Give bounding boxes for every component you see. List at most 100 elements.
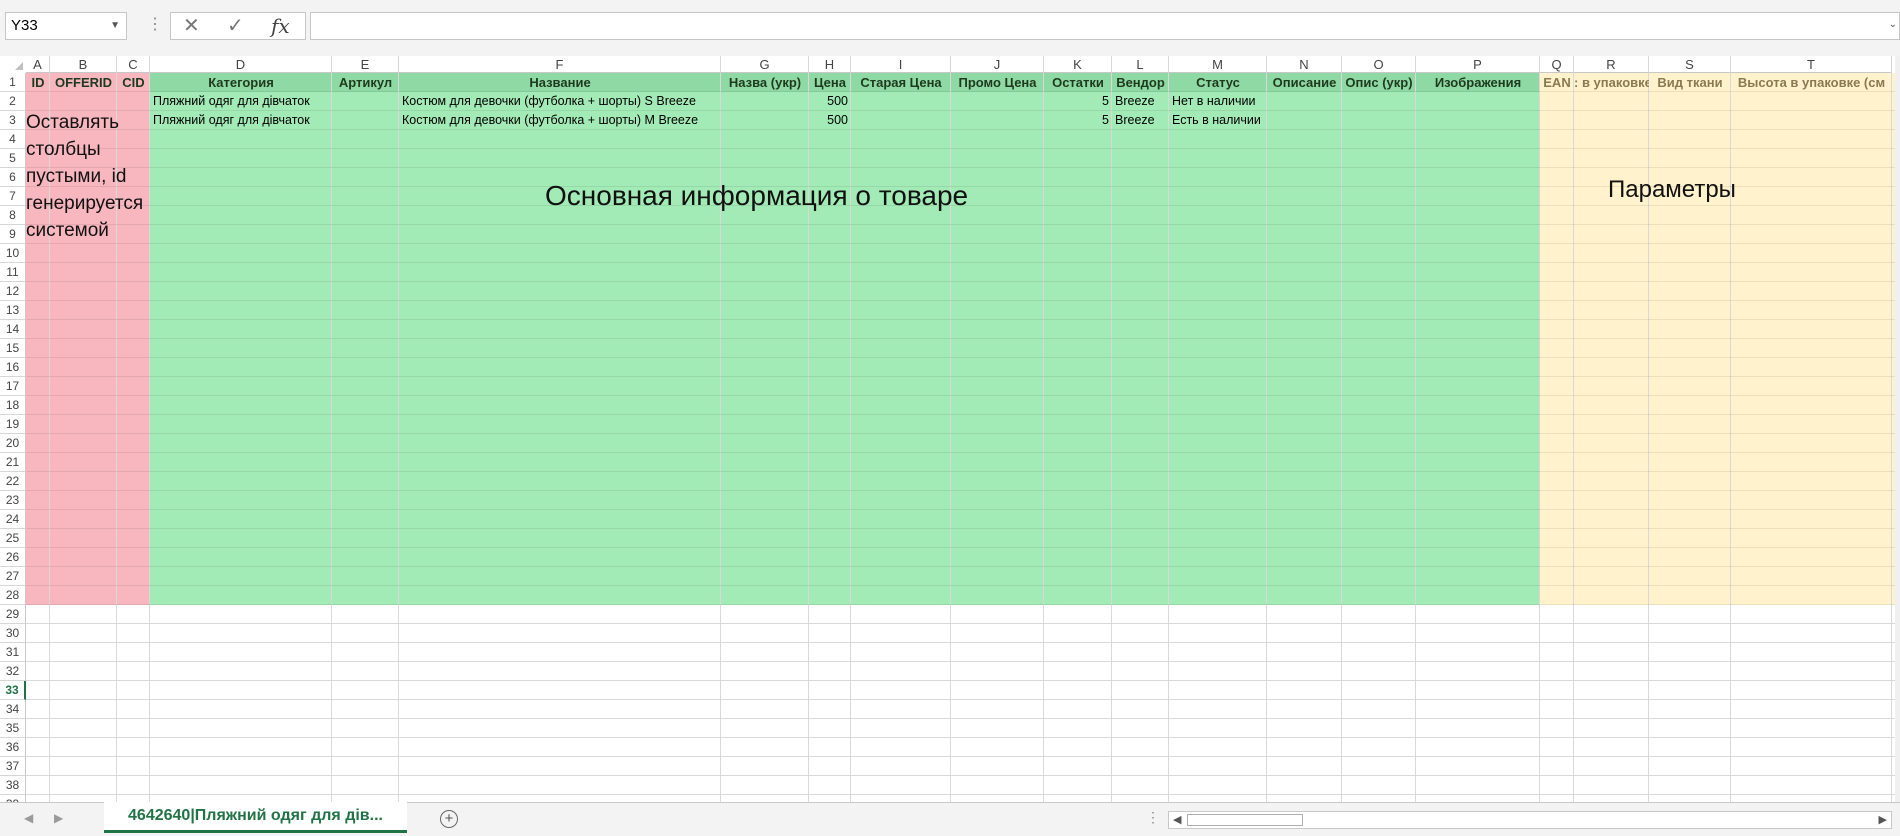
more-vertical-icon[interactable]: ⋮ [147, 14, 163, 34]
row-header[interactable]: 20 [0, 434, 26, 453]
row-header[interactable]: 29 [0, 605, 26, 624]
field-header-cell[interactable]: Категория [150, 73, 332, 92]
field-header-cell[interactable]: : в упаковке [1574, 73, 1649, 92]
field-header-cell[interactable]: Цена [809, 73, 851, 92]
row-header[interactable]: 5 [0, 149, 26, 168]
field-header-cell[interactable]: ID [26, 73, 50, 92]
data-cell[interactable]: 5 [1044, 92, 1112, 111]
data-cell[interactable]: Пляжний одяг для дівчаток [150, 92, 332, 111]
field-header-cell[interactable]: Вендор [1112, 73, 1169, 92]
row-header[interactable]: 11 [0, 263, 26, 282]
row-header[interactable]: 6 [0, 168, 26, 187]
field-header-cell[interactable]: OFFERID [50, 73, 117, 92]
row-header[interactable]: 12 [0, 282, 26, 301]
field-header-cell[interactable]: Название [399, 73, 721, 92]
row-header[interactable]: 7 [0, 187, 26, 206]
row-header[interactable]: 34 [0, 700, 26, 719]
field-header-cell[interactable]: Высота в упаковке (см [1731, 73, 1892, 92]
data-cell[interactable]: Breeze [1112, 111, 1169, 130]
row-header[interactable]: 10 [0, 244, 26, 263]
column-header[interactable]: I [851, 56, 951, 73]
field-header-cell[interactable]: Статус [1169, 73, 1267, 92]
column-header[interactable]: K [1044, 56, 1112, 73]
data-cell[interactable]: Есть в наличии [1169, 111, 1267, 130]
column-header[interactable]: Q [1540, 56, 1574, 73]
name-box[interactable]: Y33 ▼ [5, 12, 127, 40]
column-header[interactable]: L [1112, 56, 1169, 73]
row-header[interactable]: 16 [0, 358, 26, 377]
formula-input[interactable]: ⌄ [310, 12, 1900, 40]
worksheet-grid[interactable]: A B C D E F G H I J K L M N O P Q R S T 1 2 3 4 5 6 7 8 9 10 11 12 13 14 1… [0, 56, 1900, 802]
data-cell[interactable]: Костюм для девочки (футболка + шорты) M … [399, 111, 721, 130]
row-header[interactable]: 15 [0, 339, 26, 358]
check-icon[interactable]: ✓ [227, 15, 244, 37]
column-header[interactable]: P [1416, 56, 1540, 73]
row-header[interactable]: 14 [0, 320, 26, 339]
scroll-thumb[interactable] [1187, 814, 1303, 826]
row-header[interactable]: 3 [0, 111, 26, 130]
column-header[interactable]: R [1574, 56, 1649, 73]
row-header[interactable]: 21 [0, 453, 26, 472]
column-header[interactable]: T [1731, 56, 1892, 73]
row-header[interactable]: 1 [0, 73, 26, 92]
column-header[interactable]: N [1267, 56, 1342, 73]
expand-formula-icon[interactable]: ⌄ [1889, 19, 1897, 30]
field-header-cell[interactable]: EAN [1540, 73, 1574, 92]
scroll-left-icon[interactable]: ◀ [1173, 812, 1181, 828]
row-header[interactable]: 22 [0, 472, 26, 491]
data-cell[interactable]: 5 [1044, 111, 1112, 130]
row-header[interactable]: 39 [0, 795, 26, 802]
select-all-corner[interactable] [0, 56, 26, 73]
data-cell[interactable]: 500 [809, 92, 851, 111]
next-sheet-icon[interactable]: ▶ [54, 811, 63, 825]
scroll-right-icon[interactable]: ▶ [1879, 812, 1887, 828]
row-header[interactable]: 23 [0, 491, 26, 510]
data-cell[interactable]: Пляжний одяг для дівчаток [150, 111, 332, 130]
horizontal-scrollbar[interactable]: ◀ ▶ [1168, 811, 1892, 829]
row-header[interactable]: 17 [0, 377, 26, 396]
row-header[interactable]: 33 [0, 681, 26, 700]
field-header-cell[interactable]: Артикул [332, 73, 399, 92]
data-cell[interactable]: Костюм для девочки (футболка + шорты) S … [399, 92, 721, 111]
sheet-tab[interactable]: 4642640|Пляжний одяг для дів... [104, 802, 407, 833]
row-header[interactable]: 37 [0, 757, 26, 776]
row-header[interactable]: 9 [0, 225, 26, 244]
data-cell[interactable]: Нет в наличии [1169, 92, 1267, 111]
field-header-cell[interactable]: Старая Цена [851, 73, 951, 92]
row-header[interactable]: 26 [0, 548, 26, 567]
data-cell[interactable]: Breeze [1112, 92, 1169, 111]
data-cell[interactable]: 500 [809, 111, 851, 130]
field-header-cell[interactable]: Назва (укр) [721, 73, 809, 92]
row-header[interactable]: 2 [0, 92, 26, 111]
more-vertical-icon[interactable]: ⋮ [1146, 809, 1160, 826]
row-header[interactable]: 28 [0, 586, 26, 605]
column-header[interactable]: S [1649, 56, 1731, 73]
row-header[interactable]: 13 [0, 301, 26, 320]
column-header[interactable]: C [117, 56, 150, 73]
column-header[interactable]: M [1169, 56, 1267, 73]
column-header[interactable]: A [26, 56, 50, 73]
field-header-cell[interactable]: Вид ткани [1649, 73, 1731, 92]
column-header[interactable]: E [332, 56, 399, 73]
field-header-cell[interactable]: Остатки [1044, 73, 1112, 92]
row-header[interactable]: 30 [0, 624, 26, 643]
column-header[interactable]: O [1342, 56, 1416, 73]
row-header[interactable]: 4 [0, 130, 26, 149]
row-header[interactable]: 18 [0, 396, 26, 415]
column-header[interactable]: B [50, 56, 117, 73]
dropdown-icon[interactable]: ▼ [110, 13, 120, 39]
column-header[interactable]: F [399, 56, 721, 73]
row-header[interactable]: 31 [0, 643, 26, 662]
field-header-cell[interactable]: Промо Цена [951, 73, 1044, 92]
row-header[interactable]: 25 [0, 529, 26, 548]
row-header[interactable]: 27 [0, 567, 26, 586]
row-header[interactable]: 8 [0, 206, 26, 225]
column-header[interactable]: D [150, 56, 332, 73]
field-header-cell[interactable]: Описание [1267, 73, 1342, 92]
add-sheet-button[interactable]: + [440, 810, 458, 828]
cancel-icon[interactable]: ✕ [183, 15, 200, 37]
row-header[interactable]: 32 [0, 662, 26, 681]
row-header[interactable]: 35 [0, 719, 26, 738]
field-header-cell[interactable]: Опис (укр) [1342, 73, 1416, 92]
field-header-cell[interactable]: CID [117, 73, 150, 92]
